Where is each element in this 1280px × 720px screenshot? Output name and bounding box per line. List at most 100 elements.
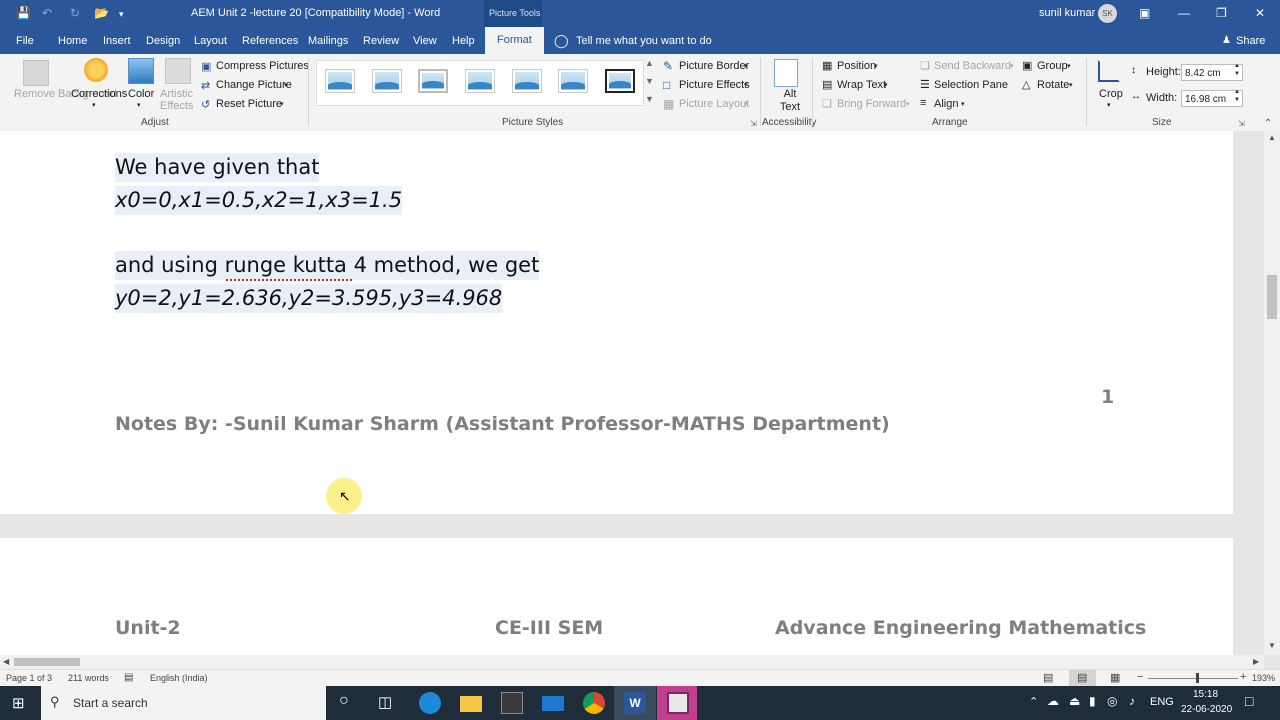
tab-design[interactable]: Design xyxy=(146,35,180,47)
user-name[interactable]: sunil kumar xyxy=(1039,7,1095,19)
picture-style-5[interactable] xyxy=(512,69,542,93)
cortana-icon[interactable]: ○ xyxy=(339,692,349,710)
vertical-scrollbar[interactable]: ▲ ▼ xyxy=(1264,131,1280,655)
clock-date[interactable]: 22-06-2020 xyxy=(1181,704,1232,715)
page-count[interactable]: Page 1 of 3 xyxy=(6,673,52,683)
mail-icon[interactable] xyxy=(542,696,564,711)
corrections-button[interactable]: Corrections xyxy=(71,88,127,100)
tab-layout[interactable]: Layout xyxy=(194,35,227,47)
gallery-more-icon[interactable]: ▼ xyxy=(645,94,654,104)
size-launcher-icon[interactable]: ⇲ xyxy=(1238,119,1245,128)
tab-references[interactable]: References xyxy=(242,35,298,47)
save-icon[interactable]: 💾 xyxy=(16,6,31,20)
action-center-icon[interactable]: □ xyxy=(1245,693,1253,709)
zoom-slider-thumb[interactable] xyxy=(1196,673,1199,683)
undo-icon[interactable]: ↶ xyxy=(42,6,52,20)
web-layout-icon[interactable]: ▦ xyxy=(1110,671,1120,684)
picture-effects-button[interactable]: Picture Effects xyxy=(679,79,750,91)
tell-me-search[interactable]: Tell me what you want to do xyxy=(576,35,712,47)
tab-help[interactable]: Help xyxy=(452,35,475,47)
tab-view[interactable]: View xyxy=(413,35,437,47)
change-picture-button[interactable]: Change Picture xyxy=(216,79,292,91)
horizontal-scroll-thumb[interactable] xyxy=(14,658,80,666)
windows-start-icon[interactable]: ⊞ xyxy=(12,694,25,712)
store-icon[interactable] xyxy=(501,692,523,714)
zoom-slider[interactable] xyxy=(1148,678,1238,679)
width-input[interactable]: 16.98 cm ▲ ▼ xyxy=(1181,88,1243,107)
avatar[interactable]: SK xyxy=(1098,4,1117,23)
picture-style-4[interactable] xyxy=(465,69,495,93)
tab-review[interactable]: Review xyxy=(363,35,399,47)
open-folder-icon[interactable]: 📂 xyxy=(94,6,109,20)
clock-time[interactable]: 15:18 xyxy=(1193,689,1218,700)
network-icon[interactable]: ◎ xyxy=(1107,694,1117,708)
ribbon-display-options-icon[interactable]: ▣ xyxy=(1139,6,1150,20)
position-button[interactable]: Position xyxy=(837,60,876,72)
compress-pictures-button[interactable]: Compress Pictures xyxy=(216,60,309,72)
send-backward-button[interactable]: Send Backward xyxy=(934,60,1011,72)
bring-forward-button[interactable]: Bring Forward xyxy=(837,98,906,110)
tab-file[interactable]: File xyxy=(16,35,34,47)
body-line-4[interactable]: y0=2,y1=2.636,y2=3.595,y3=4.968 xyxy=(115,284,503,313)
artistic-effects-button[interactable]: Artistic Effects xyxy=(160,88,200,112)
rotate-button[interactable]: Rotate xyxy=(1037,79,1069,91)
taskbar-word-button[interactable]: W xyxy=(614,686,656,720)
zoom-out-icon[interactable]: − xyxy=(1137,671,1143,683)
picture-layout-button[interactable]: Picture Layout xyxy=(679,98,749,110)
picture-style-3[interactable] xyxy=(418,69,448,93)
tab-format[interactable]: Format xyxy=(485,27,544,54)
zoom-level[interactable]: 193% xyxy=(1252,673,1275,683)
chrome-icon[interactable] xyxy=(583,692,605,714)
tab-mailings[interactable]: Mailings xyxy=(308,35,348,47)
scroll-right-icon[interactable]: ▶ xyxy=(1253,657,1259,666)
height-input[interactable]: 8.42 cm ▲ ▼ xyxy=(1181,62,1243,81)
maximize-icon[interactable]: ❐ xyxy=(1216,6,1227,20)
usb-icon[interactable]: ⏏ xyxy=(1069,694,1080,708)
language-status[interactable]: English (India) xyxy=(150,673,208,683)
group-button[interactable]: Group xyxy=(1037,60,1068,72)
gallery-down-icon[interactable]: ▼ xyxy=(645,76,654,86)
gallery-up-icon[interactable]: ▲ xyxy=(645,58,654,68)
tab-insert[interactable]: Insert xyxy=(103,35,131,47)
alt-text-button[interactable]: Alt Text xyxy=(779,88,801,114)
width-spinner-icon[interactable]: ▲ ▼ xyxy=(1234,88,1240,104)
selection-pane-button[interactable]: Selection Pane xyxy=(934,79,1008,91)
picture-border-button[interactable]: Picture Border xyxy=(679,60,749,72)
picture-style-7[interactable] xyxy=(605,69,635,93)
crop-button[interactable]: Crop xyxy=(1099,88,1123,100)
wrap-text-button[interactable]: Wrap Text xyxy=(837,79,886,91)
reset-picture-button[interactable]: Reset Picture xyxy=(216,98,282,110)
horizontal-scrollbar[interactable]: ◀ ▶ xyxy=(0,655,1264,669)
body-line-2[interactable]: x0=0,x1=0.5,x2=1,x3=1.5 xyxy=(115,186,403,215)
task-view-icon[interactable]: ◫ xyxy=(378,693,392,711)
picture-style-6[interactable] xyxy=(558,69,588,93)
onedrive-icon[interactable]: ☁ xyxy=(1047,694,1059,708)
edge-icon[interactable] xyxy=(419,692,441,714)
close-icon[interactable]: ✕ xyxy=(1255,6,1265,20)
body-line-3[interactable]: and using runge kutta 4 method, we get xyxy=(115,251,540,280)
scroll-left-icon[interactable]: ◀ xyxy=(3,657,9,666)
format-picture-launcher-icon[interactable]: ⇲ xyxy=(750,119,757,128)
minimize-icon[interactable]: — xyxy=(1178,6,1190,20)
vertical-scroll-thumb[interactable] xyxy=(1267,275,1277,319)
align-button[interactable]: Align xyxy=(934,98,958,110)
picture-style-1[interactable] xyxy=(325,69,355,93)
zoom-in-icon[interactable]: + xyxy=(1240,671,1246,683)
share-button[interactable]: Share xyxy=(1236,35,1265,47)
customize-qat-icon[interactable]: ▾ xyxy=(119,9,124,20)
redo-icon[interactable]: ↻ xyxy=(70,6,80,20)
volume-icon[interactable]: ♪ xyxy=(1129,694,1135,708)
collapse-ribbon-icon[interactable]: ⌃ xyxy=(1264,118,1272,129)
show-hidden-icons-icon[interactable]: ⌃ xyxy=(1029,695,1038,708)
word-count[interactable]: 211 words xyxy=(68,673,109,683)
battery-icon[interactable]: ▮ xyxy=(1089,694,1096,708)
input-language[interactable]: ENG xyxy=(1150,696,1174,708)
taskbar-recorder-button[interactable] xyxy=(657,686,697,720)
scroll-down-icon[interactable]: ▼ xyxy=(1268,641,1276,650)
color-button[interactable]: Color xyxy=(128,88,154,100)
taskbar-search-box[interactable]: ⚲ Start a search xyxy=(41,686,326,720)
read-mode-icon[interactable]: ▤ xyxy=(1043,671,1053,684)
height-spinner-icon[interactable]: ▲ ▼ xyxy=(1234,62,1240,78)
file-explorer-icon[interactable] xyxy=(460,696,482,712)
picture-style-2[interactable] xyxy=(372,69,402,93)
